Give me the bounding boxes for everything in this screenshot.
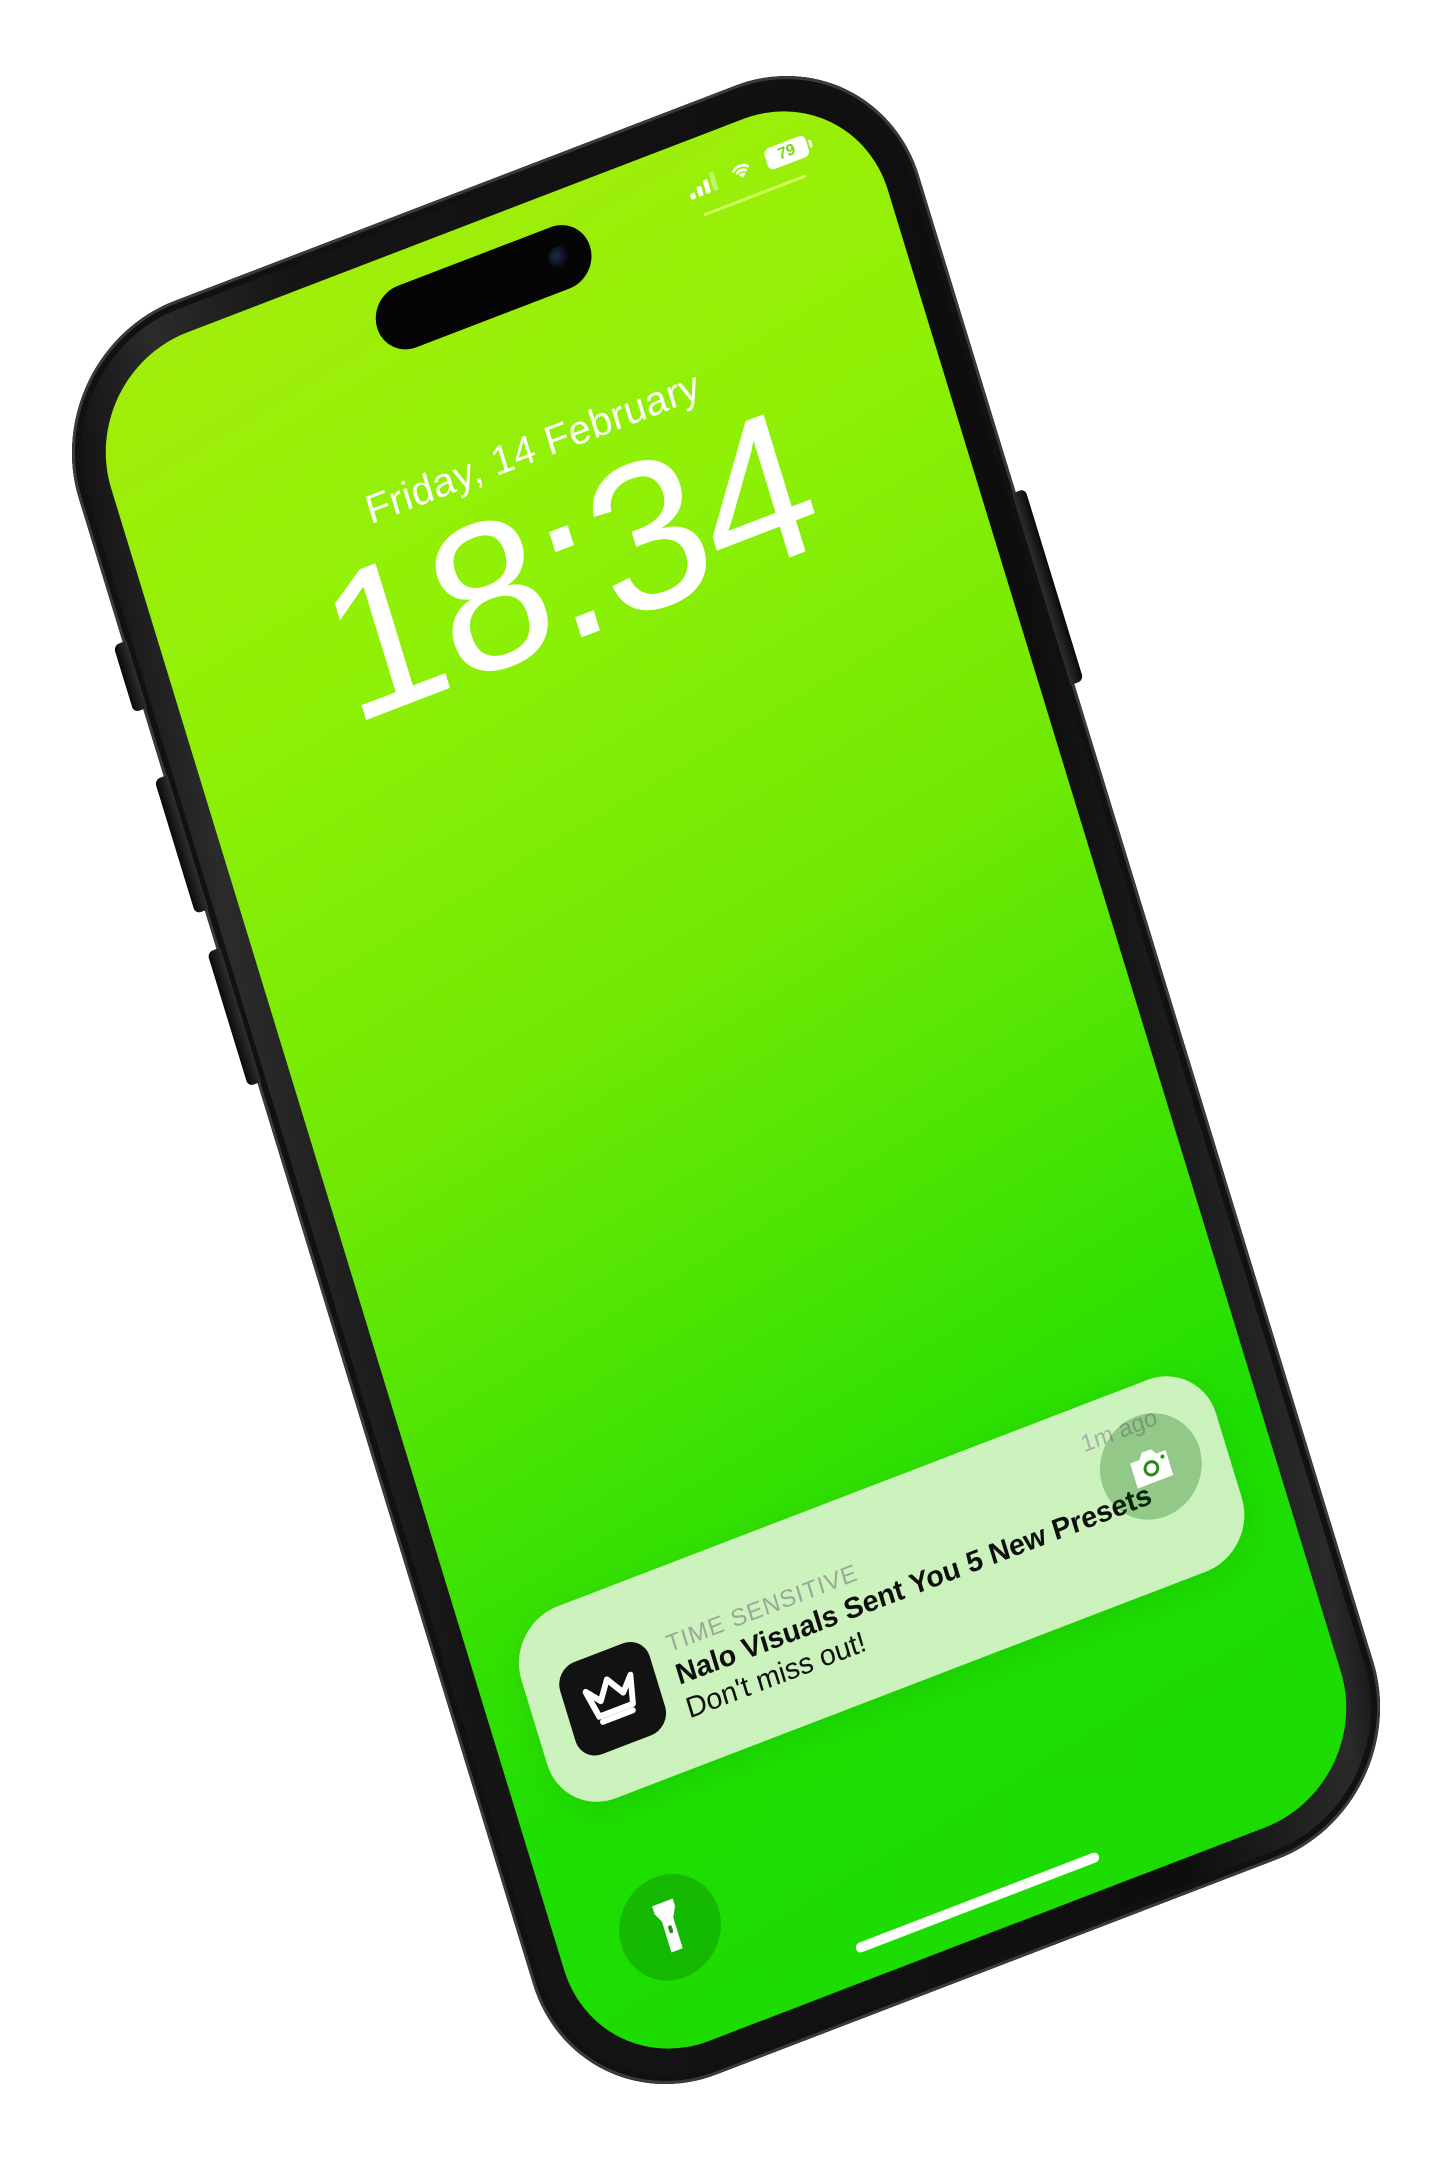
flashlight-button[interactable] — [606, 1858, 734, 1996]
flashlight-icon — [652, 1898, 683, 1953]
status-bar: 79 — [685, 134, 811, 201]
wifi-icon — [731, 163, 750, 178]
battery-level: 79 — [775, 140, 798, 164]
battery-icon: 79 — [762, 134, 811, 172]
lockscreen-clock: 18:34 — [296, 363, 842, 769]
cellular-signal-icon — [686, 170, 719, 200]
phone-device: 79 Friday, 14 February 18:34 1m ago TIME… — [34, 31, 1418, 2129]
camera-icon — [1130, 1449, 1174, 1489]
crown-icon — [553, 1635, 672, 1762]
stage: 79 Friday, 14 February 18:34 1m ago TIME… — [0, 0, 1432, 2160]
front-camera-lens — [545, 242, 573, 272]
